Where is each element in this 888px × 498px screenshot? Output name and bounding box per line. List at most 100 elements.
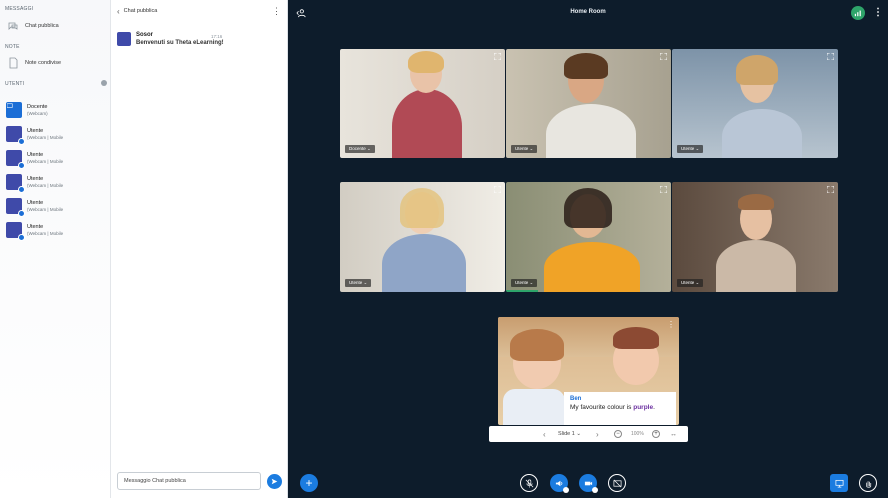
caption-text: My favourite colour is purple. bbox=[570, 404, 655, 411]
zoom-in-icon[interactable]: + bbox=[652, 430, 660, 438]
camera-button[interactable] bbox=[579, 474, 598, 493]
presentation-slide[interactable]: ⋮ Ben My favourite colour is purple. bbox=[498, 317, 679, 425]
raise-hand-button[interactable] bbox=[859, 474, 877, 492]
user-list-item[interactable]: Utente (Webcam | Mobile bbox=[6, 198, 64, 217]
presentation-toggle-button[interactable] bbox=[830, 474, 848, 492]
fullscreen-icon[interactable] bbox=[494, 186, 501, 193]
sidebar-item-public-chat[interactable]: Chat pubblica bbox=[7, 20, 59, 32]
chat-input[interactable]: Messaggio Chat pubblica bbox=[117, 472, 261, 490]
video-tile[interactable]: Utente ⌄ bbox=[506, 49, 671, 158]
top-bar: Home Room ⋮ bbox=[288, 0, 888, 26]
chat-panel: ‹ Chat pubblica ⋮ Sosor 17:16 Benvenuti … bbox=[111, 0, 288, 498]
user-name: Utente bbox=[27, 152, 44, 158]
user-name: Docente bbox=[27, 104, 48, 110]
audio-button[interactable] bbox=[550, 474, 569, 493]
slide-illustration bbox=[613, 327, 659, 349]
user-status: (Webcam | Mobile bbox=[27, 135, 64, 140]
messages-section-title: MESSAGGI bbox=[5, 6, 34, 12]
room-title: Home Room bbox=[570, 9, 606, 15]
conference-area: Home Room ⋮ Docente ⌄ Utente ⌄ Utente ⌄ … bbox=[288, 0, 888, 498]
tile-label[interactable]: Utente ⌄ bbox=[511, 279, 538, 287]
tile-label[interactable]: Utente ⌄ bbox=[345, 279, 372, 287]
audio-options-icon[interactable] bbox=[563, 487, 569, 493]
participant-video bbox=[722, 109, 802, 158]
user-status: (Webcam | Mobile bbox=[27, 159, 64, 164]
participant-video bbox=[408, 51, 444, 73]
user-list-item[interactable]: Utente (Webcam | Mobile bbox=[6, 174, 63, 193]
user-list-item[interactable]: Utente (Webcam | Mobile bbox=[6, 150, 64, 169]
avatar bbox=[117, 32, 131, 46]
more-options-icon[interactable]: ⋮ bbox=[272, 6, 281, 17]
avatar bbox=[6, 174, 25, 193]
fullscreen-icon[interactable] bbox=[827, 186, 834, 193]
video-tile[interactable]: Utente ⌄ bbox=[672, 49, 838, 158]
mute-button[interactable] bbox=[520, 474, 538, 492]
tile-label[interactable]: Utente ⌄ bbox=[677, 145, 704, 153]
back-chevron-icon[interactable]: ‹ bbox=[117, 7, 120, 16]
participant-video bbox=[400, 188, 444, 228]
mobile-badge-icon bbox=[18, 162, 25, 169]
presenter-icon bbox=[7, 103, 13, 108]
slide-select[interactable]: Slide 1 ⌄ bbox=[558, 431, 581, 437]
fullscreen-icon[interactable] bbox=[827, 53, 834, 60]
plus-icon: + bbox=[305, 476, 313, 490]
fit-width-icon[interactable]: ↔ bbox=[670, 431, 677, 438]
chat-title: Chat pubblica bbox=[123, 8, 158, 14]
screen-share-off-icon bbox=[613, 479, 621, 487]
more-options-icon[interactable]: ⋮ bbox=[873, 7, 883, 18]
settings-icon[interactable] bbox=[101, 80, 107, 86]
user-list-item[interactable]: Docente (Webcam) bbox=[6, 102, 48, 118]
zoom-out-icon[interactable]: − bbox=[614, 430, 622, 438]
speaker-icon bbox=[555, 480, 562, 486]
hand-icon bbox=[865, 480, 871, 488]
chat-icon bbox=[8, 22, 18, 30]
video-tile[interactable]: Utente ⌄ bbox=[672, 182, 838, 292]
avatar bbox=[6, 126, 25, 145]
actions-button[interactable]: + bbox=[300, 474, 318, 492]
speaking-indicator bbox=[506, 290, 538, 292]
caption-speaker: Ben bbox=[570, 396, 582, 402]
presentation-icon bbox=[835, 479, 843, 487]
user-status: (Webcam | Mobile bbox=[27, 231, 64, 236]
message-sender: Sosor bbox=[136, 32, 154, 38]
participant-video bbox=[546, 104, 636, 158]
send-button[interactable] bbox=[267, 474, 282, 489]
user-status: (Webcam) bbox=[27, 111, 48, 116]
video-tile[interactable]: Utente ⌄ bbox=[340, 182, 505, 292]
share-screen-button[interactable] bbox=[608, 474, 626, 492]
camera-options-icon[interactable] bbox=[592, 487, 598, 493]
notes-section-title: NOTE bbox=[5, 44, 20, 50]
tile-label[interactable]: Docente ⌄ bbox=[345, 145, 375, 153]
prev-slide-icon[interactable]: ‹ bbox=[543, 430, 546, 439]
fullscreen-icon[interactable] bbox=[660, 186, 667, 193]
user-name: Utente bbox=[27, 200, 44, 206]
mobile-badge-icon bbox=[18, 138, 25, 145]
next-slide-icon[interactable]: › bbox=[596, 430, 599, 439]
participant-video bbox=[392, 89, 462, 158]
message-text: Benvenuti su Theta eLearning! bbox=[136, 40, 224, 46]
video-tile[interactable]: Utente ⌄ bbox=[506, 182, 671, 292]
zoom-level: 100% bbox=[631, 431, 644, 437]
message-time: 17:16 bbox=[211, 34, 223, 39]
participant-video bbox=[738, 194, 774, 210]
fullscreen-icon[interactable] bbox=[660, 53, 667, 60]
user-status: (Webcam | Mobile bbox=[27, 207, 64, 212]
video-camera-icon bbox=[584, 481, 592, 485]
tile-label[interactable]: Utente ⌄ bbox=[511, 145, 538, 153]
sidebar-item-shared-notes[interactable]: Note condivise bbox=[7, 57, 61, 69]
sidebar: MESSAGGI Chat pubblica NOTE Note condivi… bbox=[0, 0, 111, 498]
chat-header: ‹ Chat pubblica ⋮ bbox=[111, 0, 287, 22]
video-tile[interactable]: Docente ⌄ bbox=[340, 49, 505, 158]
slide-illustration bbox=[503, 389, 565, 425]
user-list-item[interactable]: Utente (Webcam | Mobile bbox=[6, 126, 64, 145]
sidebar-item-label: Note condivise bbox=[25, 60, 62, 66]
participant-video bbox=[564, 53, 608, 79]
slide-illustration bbox=[510, 329, 564, 361]
fullscreen-icon[interactable] bbox=[494, 53, 501, 60]
tile-label[interactable]: Utente ⌄ bbox=[677, 279, 704, 287]
user-list-item[interactable]: Utente (Webcam | Mobile bbox=[6, 222, 64, 241]
more-options-icon[interactable]: ⋮ bbox=[667, 320, 675, 329]
avatar bbox=[6, 222, 25, 241]
mobile-badge-icon bbox=[18, 210, 25, 217]
connection-status-icon[interactable] bbox=[851, 6, 865, 20]
